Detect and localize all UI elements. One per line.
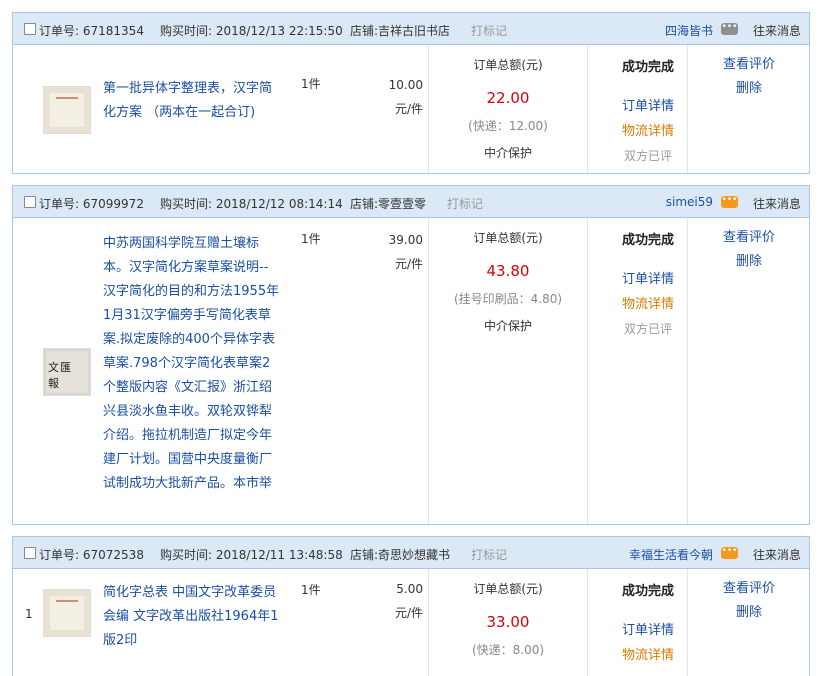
product-title-link[interactable]: 简化字总表 中国文字改革委员会编 文字改革出版社1964年1版2印: [103, 581, 281, 655]
product-thumbnail[interactable]: [43, 348, 91, 396]
order-header: 订单号: 67072538 购买时间: 2018/12/11 13:48:58 …: [13, 537, 809, 569]
product-title-link[interactable]: 第一批异体字整理表，汉字简化方案 （两本在一起合订): [103, 77, 281, 151]
order-card: 订单号: 67181354 购买时间: 2018/12/13 22:15:50 …: [12, 12, 810, 174]
view-review-link[interactable]: 查看评价: [688, 53, 810, 77]
shipping-fee: (挂号印刷品：4.80): [453, 292, 563, 306]
logistics-link[interactable]: 物流详情: [588, 644, 708, 663]
order-body: 1 简化字总表 中国文字改革委员会编 文字改革出版社1964年1版2印 1件 5…: [13, 569, 809, 676]
unit-price: 39.00 元/件: [388, 233, 423, 271]
delete-link[interactable]: 删除: [688, 77, 810, 101]
delete-link[interactable]: 删除: [688, 601, 810, 625]
order-number: 订单号: 67072538: [39, 548, 144, 562]
quantity: 1件: [301, 232, 321, 246]
messages-link[interactable]: 往来消息: [753, 195, 801, 212]
order-checkbox[interactable]: [24, 547, 36, 559]
delete-link[interactable]: 删除: [688, 250, 810, 274]
order-number: 订单号: 67181354: [39, 24, 144, 38]
order-header: 订单号: 67181354 购买时间: 2018/12/13 22:15:50 …: [13, 13, 809, 45]
shipping-fee: (快递：12.00): [468, 119, 548, 133]
product-thumbnail[interactable]: [43, 589, 91, 637]
total-amount: 22.00: [486, 89, 530, 107]
total-amount: 43.80: [486, 262, 530, 280]
shop-name[interactable]: 店铺:吉祥古旧书店: [350, 22, 450, 39]
total-amount: 33.00: [486, 613, 530, 631]
order-actions: 查看评价 删除: [688, 226, 810, 274]
seller-name[interactable]: simei59: [666, 195, 713, 209]
order-actions: 查看评价 删除: [688, 53, 810, 101]
messages-link[interactable]: 往来消息: [753, 546, 801, 563]
order-total: 订单总额(元) 22.00 (快递：12.00) 中介保护: [429, 56, 587, 161]
order-body: 中苏两国科学院互赠土壤标本。汉字简化方案草案说明--汉字简化的目的和方法1955…: [13, 218, 809, 524]
order-total: 订单总额(元) 43.80 (挂号印刷品：4.80) 中介保护: [429, 229, 587, 334]
logistics-link[interactable]: 物流详情: [588, 293, 708, 312]
logistics-link[interactable]: 物流详情: [588, 120, 708, 139]
purchase-time: 购买时间: 2018/12/12 08:14:14: [160, 197, 343, 211]
escrow-protection: 中介保护: [483, 146, 532, 160]
view-review-link[interactable]: 查看评价: [688, 577, 810, 601]
chat-icon[interactable]: •••: [721, 23, 738, 35]
order-checkbox[interactable]: [24, 196, 36, 208]
unit-price: 5.00 元/件: [394, 582, 423, 620]
messages-link[interactable]: 往来消息: [753, 22, 801, 39]
mark-button[interactable]: 打标记: [447, 195, 483, 212]
unit-price: 10.00 元/件: [388, 78, 423, 116]
product-thumbnail[interactable]: [43, 86, 91, 134]
chat-icon[interactable]: •••: [721, 547, 738, 559]
shop-name[interactable]: 店铺:奇思妙想藏书: [350, 546, 450, 563]
order-actions: 查看评价 删除: [688, 577, 810, 625]
order-body: 第一批异体字整理表，汉字简化方案 （两本在一起合订) 1件 10.00 元/件 订…: [13, 45, 809, 173]
escrow-protection: 中介保护: [483, 319, 532, 333]
seller-name[interactable]: 幸福生活看今朝: [629, 546, 713, 563]
rated-status: 双方已评: [623, 322, 672, 336]
order-total: 订单总额(元) 33.00 (快递：8.00): [429, 580, 587, 658]
order-card: 订单号: 67072538 购买时间: 2018/12/11 13:48:58 …: [12, 536, 810, 676]
purchase-time: 购买时间: 2018/12/13 22:15:50: [160, 24, 343, 38]
mark-button[interactable]: 打标记: [471, 22, 507, 39]
mark-button[interactable]: 打标记: [471, 546, 507, 563]
order-checkbox[interactable]: [24, 23, 36, 35]
quantity: 1件: [301, 77, 321, 91]
order-header: 订单号: 67099972 购买时间: 2018/12/12 08:14:14 …: [13, 186, 809, 218]
quantity: 1件: [301, 583, 321, 597]
shop-name[interactable]: 店铺:零壹壹零: [350, 195, 426, 212]
order-number: 订单号: 67099972: [39, 197, 144, 211]
order-card: 订单号: 67099972 购买时间: 2018/12/12 08:14:14 …: [12, 185, 810, 525]
shipping-fee: (快递：8.00): [471, 643, 545, 657]
row-index: 1: [25, 607, 33, 621]
purchase-time: 购买时间: 2018/12/11 13:48:58: [160, 548, 343, 562]
seller-name[interactable]: 四海皆书: [665, 22, 713, 39]
view-review-link[interactable]: 查看评价: [688, 226, 810, 250]
rated-status: 双方已评: [623, 149, 672, 163]
chat-icon[interactable]: •••: [721, 196, 738, 208]
product-title-link[interactable]: 中苏两国科学院互赠土壤标本。汉字简化方案草案说明--汉字简化的目的和方法1955…: [103, 232, 281, 522]
